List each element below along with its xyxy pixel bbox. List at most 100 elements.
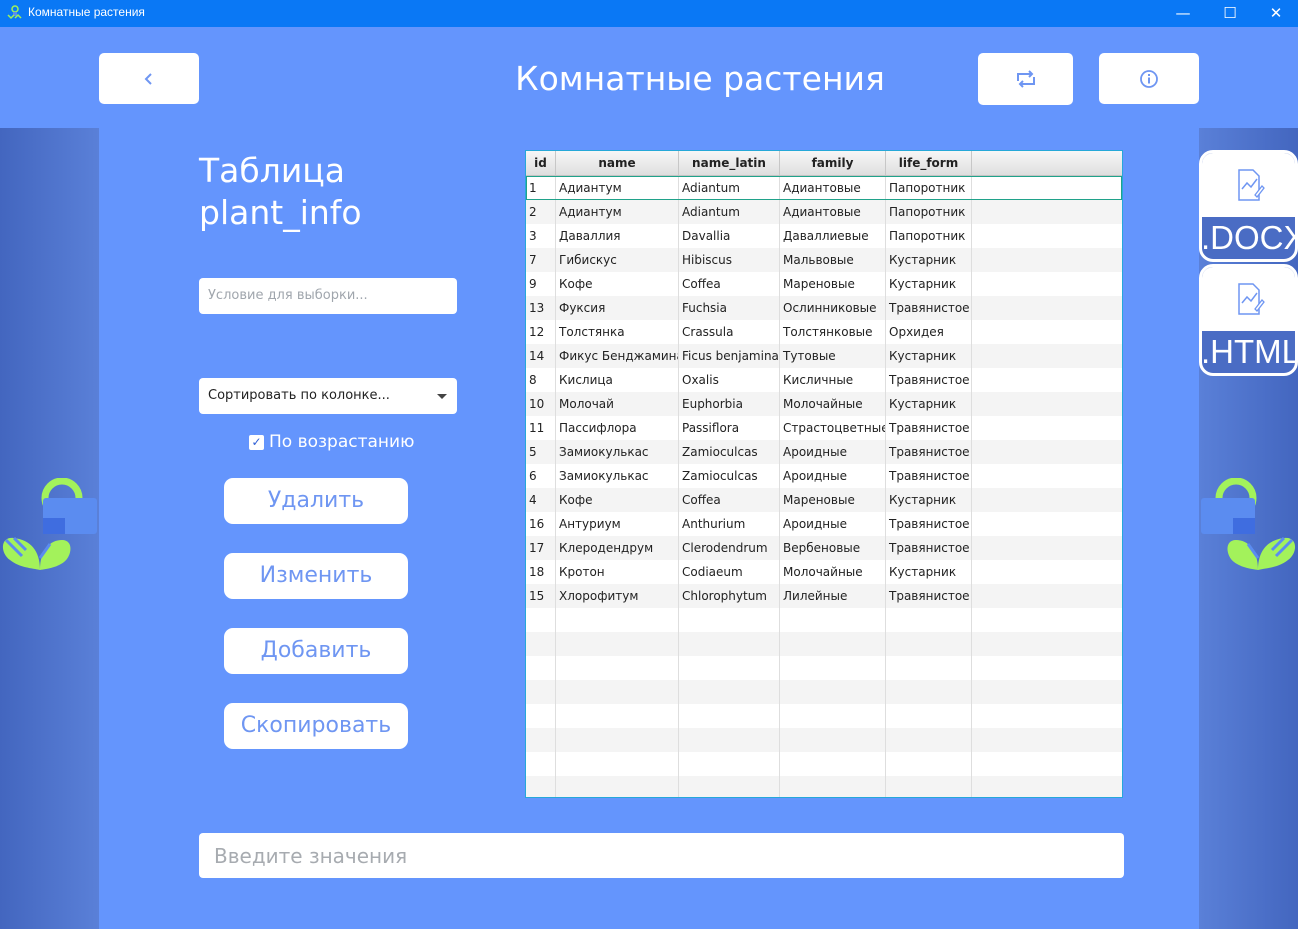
table-row[interactable]: 12 Толстянка Crassula Толстянковые Орхидея [526, 320, 1122, 344]
table-cell[interactable]: Лилейные [780, 584, 886, 608]
table-cell-empty[interactable] [972, 488, 1122, 512]
table-row[interactable]: 16 Антуриум Anthurium Ароидные Травянистое [526, 512, 1122, 536]
table-cell-empty[interactable] [780, 656, 886, 680]
table-cell[interactable]: Клеродендрум [556, 536, 679, 560]
column-header[interactable]: id [526, 151, 556, 175]
table-cell-empty[interactable] [679, 752, 780, 776]
table-cell[interactable]: Кофе [556, 488, 679, 512]
sort-column-select[interactable]: Сортировать по колонке... [199, 378, 457, 414]
table-cell-empty[interactable] [780, 608, 886, 632]
table-row[interactable]: 14 Фикус Бенджамина Ficus benjamina Тутовые… [526, 344, 1122, 368]
table-cell[interactable]: Травянистое [886, 584, 972, 608]
table-cell[interactable]: 16 [526, 512, 556, 536]
table-cell-empty[interactable] [972, 632, 1122, 656]
table-row[interactable]: 5 Замиокулькас Zamioculcas Ароидные Травянис… [526, 440, 1122, 464]
info-button[interactable] [1099, 53, 1199, 104]
table-cell[interactable]: Орхидея [886, 320, 972, 344]
table-cell[interactable]: Пассифлора [556, 416, 679, 440]
table-cell-empty[interactable] [679, 656, 780, 680]
table-row[interactable]: 3 Даваллия Davallia Даваллиевые Папоротник [526, 224, 1122, 248]
table-cell-empty[interactable] [526, 656, 556, 680]
table-cell[interactable]: Папоротник [886, 176, 972, 200]
table-cell[interactable]: 5 [526, 440, 556, 464]
table-cell-empty[interactable] [972, 344, 1122, 368]
add-button[interactable]: Добавить [224, 628, 408, 674]
table-cell-empty[interactable] [972, 560, 1122, 584]
table-row[interactable] [526, 608, 1122, 632]
checkbox-check-icon[interactable]: ✓ [249, 434, 264, 450]
table-row[interactable]: 8 Кислица Oxalis Кисличные Травянистое [526, 368, 1122, 392]
table-cell-empty[interactable] [526, 680, 556, 704]
table-cell[interactable]: Травянистое [886, 296, 972, 320]
table-cell[interactable]: Кофе [556, 272, 679, 296]
table-cell[interactable]: 13 [526, 296, 556, 320]
table-cell-empty[interactable] [972, 368, 1122, 392]
table-cell-empty[interactable] [886, 632, 972, 656]
table-cell[interactable]: Гибискус [556, 248, 679, 272]
table-row[interactable] [526, 656, 1122, 680]
close-button[interactable]: ✕ [1253, 0, 1298, 27]
table-row[interactable]: 6 Замиокулькас Zamioculcas Ароидные Травянис… [526, 464, 1122, 488]
table-cell[interactable]: Euphorbia [679, 392, 780, 416]
table-cell-empty[interactable] [972, 752, 1122, 776]
table-row[interactable]: 18 Кротон Codiaeum Молочайные Кустарник [526, 560, 1122, 584]
table-cell-empty[interactable] [972, 200, 1122, 224]
edit-button[interactable]: Изменить [224, 553, 408, 599]
table-cell[interactable]: Ослинниковые [780, 296, 886, 320]
copy-button[interactable]: Скопировать [224, 703, 408, 749]
minimize-button[interactable]: — [1160, 0, 1206, 27]
table-cell[interactable]: 18 [526, 560, 556, 584]
table-cell[interactable]: 14 [526, 344, 556, 368]
table-cell[interactable]: Adiantum [679, 200, 780, 224]
table-cell[interactable]: Davallia [679, 224, 780, 248]
table-cell[interactable]: 9 [526, 272, 556, 296]
table-cell-empty[interactable] [972, 248, 1122, 272]
table-cell[interactable]: Травянистое [886, 512, 972, 536]
table-cell-empty[interactable] [886, 728, 972, 752]
table-cell[interactable]: 10 [526, 392, 556, 416]
table-cell[interactable]: Толстянковые [780, 320, 886, 344]
table-cell-empty[interactable] [972, 704, 1122, 728]
table-cell[interactable]: Замиокулькас [556, 464, 679, 488]
table-row[interactable]: 11 Пассифлора Passiflora Страстоцветные Трав… [526, 416, 1122, 440]
table-cell[interactable]: Замиокулькас [556, 440, 679, 464]
table-row[interactable]: 7 Гибискус Hibiscus Мальвовые Кустарник [526, 248, 1122, 272]
table-cell-empty[interactable] [972, 608, 1122, 632]
table-cell[interactable]: Травянистое [886, 536, 972, 560]
table-cell-empty[interactable] [780, 728, 886, 752]
table-cell[interactable]: Ароидные [780, 440, 886, 464]
table-cell[interactable]: Кустарник [886, 392, 972, 416]
table-cell[interactable]: Oxalis [679, 368, 780, 392]
table-cell-empty[interactable] [780, 632, 886, 656]
table-row[interactable]: 17 Клеродендрум Clerodendrum Вербеновые Трав… [526, 536, 1122, 560]
table-cell-empty[interactable] [972, 296, 1122, 320]
table-cell[interactable]: Мальвовые [780, 248, 886, 272]
table-cell[interactable]: Кустарник [886, 344, 972, 368]
column-header[interactable]: name_latin [679, 151, 780, 175]
table-cell-empty[interactable] [780, 752, 886, 776]
back-button[interactable] [99, 53, 199, 104]
table-cell[interactable]: Ficus benjamina [679, 344, 780, 368]
table-cell[interactable]: Молочай [556, 392, 679, 416]
table-cell-empty[interactable] [556, 704, 679, 728]
table-cell[interactable]: Антуриум [556, 512, 679, 536]
table-cell[interactable]: Молочайные [780, 560, 886, 584]
table-cell[interactable]: Адиантум [556, 200, 679, 224]
table-cell-empty[interactable] [972, 224, 1122, 248]
table-cell-empty[interactable] [556, 728, 679, 752]
table-cell-empty[interactable] [556, 752, 679, 776]
export-docx-button[interactable]: .DOCX [1199, 150, 1298, 262]
table-cell-empty[interactable] [972, 656, 1122, 680]
table-cell[interactable]: Кустарник [886, 272, 972, 296]
table-cell[interactable]: 7 [526, 248, 556, 272]
table-cell-empty[interactable] [886, 776, 972, 797]
table-cell[interactable]: 8 [526, 368, 556, 392]
table-cell[interactable]: Adiantum [679, 176, 780, 200]
table-cell[interactable]: Адиантум [556, 176, 679, 200]
values-input[interactable]: Введите значения [199, 833, 1124, 878]
export-html-button[interactable]: .HTML [1199, 264, 1298, 376]
table-cell[interactable]: Codiaeum [679, 560, 780, 584]
table-row[interactable]: 15 Хлорофитум Chlorophytum Лилейные Травянис… [526, 584, 1122, 608]
table-cell[interactable]: 1 [526, 176, 556, 200]
table-cell[interactable]: Кротон [556, 560, 679, 584]
